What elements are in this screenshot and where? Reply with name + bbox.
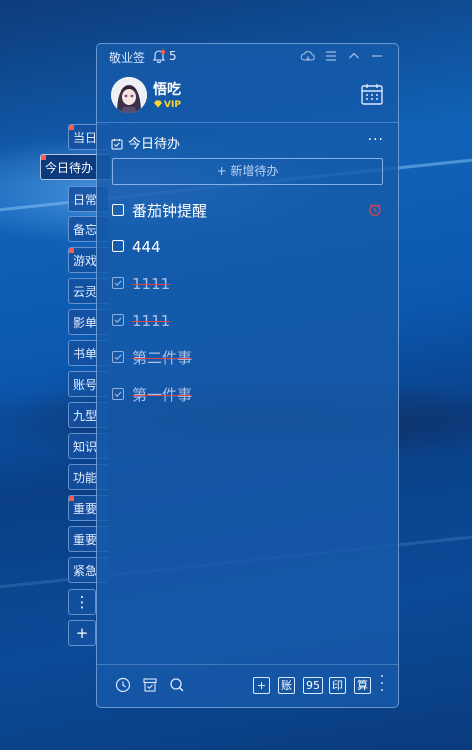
todo-checkbox-checked[interactable] [112,314,124,326]
side-tab-label: 重要 [73,502,98,516]
side-tab-label: 重要 [73,533,98,547]
section-title-text: 今日待办 [128,137,181,152]
vip-badge: VIP [153,100,181,110]
todo-checkbox-checked[interactable] [112,388,124,400]
calculator-button[interactable]: 算 [354,677,371,694]
todo-item[interactable]: 第一件事 [112,384,382,406]
side-tab-label: 九型 [73,409,98,423]
print-button[interactable]: 印 [329,677,346,694]
add-box-button[interactable]: + [253,677,270,694]
flag-marker [41,155,46,160]
todo-item[interactable]: 第二件事 [112,347,382,369]
check-icon [114,280,122,287]
bell-icon[interactable] [152,49,166,63]
check-icon [114,317,122,324]
todo-checkbox-checked[interactable] [112,351,124,363]
flag-marker [69,496,74,501]
alarm-clock-icon[interactable] [368,203,382,217]
minimize-icon[interactable] [369,48,385,64]
note-panel: 敬业签 5 悟吃 VIP 今日待办 ··· + 新增待办 番茄钟提醒 444 1… [96,43,399,708]
profile-header: 悟吃 VIP [97,68,398,123]
vip-label: VIP [164,100,181,110]
title-bar[interactable]: 敬业签 5 [97,44,398,68]
side-tab-label: 今日待办 [45,161,94,175]
calendar-icon[interactable] [360,82,384,106]
side-tab-label: 紧急 [73,564,98,578]
todo-text[interactable]: 1111 [132,273,170,295]
clock-icon[interactable] [115,677,131,693]
check-icon [114,354,122,361]
todo-item[interactable]: 番茄钟提醒 [112,200,382,222]
side-tab-label: 功能 [73,471,98,485]
todo-text[interactable]: 第一件事 [132,384,192,406]
todo-text[interactable]: 444 [132,236,161,258]
bottom-more-button[interactable]: · · · [379,670,385,698]
side-tab-label: 知识 [73,440,98,454]
notification-count: 5 [169,49,177,63]
bottom-toolbar: + 账 95 印 算 · · · [97,664,398,707]
side-tab-label: 当日 [73,131,98,145]
flag-marker [69,125,74,130]
app-title: 敬业签 [109,51,146,65]
todo-text[interactable]: 1111 [132,310,170,332]
section-more-button[interactable]: ··· [368,132,384,148]
diamond-icon [154,100,162,108]
calendar-check-icon [111,139,123,150]
side-tab-label: 云灵 [73,285,98,299]
avatar-image [111,77,147,113]
flag-marker [69,248,74,253]
todo-item[interactable]: 1111 [112,273,382,295]
section-title: 今日待办 [111,133,180,152]
todo-item[interactable]: 1111 [112,310,382,332]
add-todo-button[interactable]: + 新增待办 [112,158,383,185]
account-button[interactable]: 账 [278,677,295,694]
todo-text[interactable]: 番茄钟提醒 [132,200,207,222]
todo-checkbox[interactable] [112,240,124,252]
side-tab-label: 书单 [73,347,98,361]
archive-icon[interactable] [142,677,158,693]
username: 悟吃 [153,82,181,98]
side-tab-label: 游戏 [73,254,98,268]
todo-item[interactable]: 444 [112,236,382,258]
menu-icon[interactable] [323,48,339,64]
avatar[interactable] [111,77,147,113]
cloud-sync-icon[interactable] [300,48,316,64]
search-icon[interactable] [169,677,185,693]
app-95-button[interactable]: 95 [303,677,323,694]
todo-checkbox-checked[interactable] [112,277,124,289]
collapse-icon[interactable] [346,48,362,64]
side-tab-label: 账号 [73,378,98,392]
todo-checkbox[interactable] [112,204,124,216]
side-tab-label: 日常 [73,193,98,207]
add-tab-button[interactable]: + [68,620,96,646]
side-tab-label: 影单 [73,316,98,330]
check-icon [114,391,122,398]
more-tabs-button[interactable]: ⋮ [68,589,96,615]
side-tab-label: 备忘 [73,223,98,237]
todo-text[interactable]: 第二件事 [132,347,192,369]
